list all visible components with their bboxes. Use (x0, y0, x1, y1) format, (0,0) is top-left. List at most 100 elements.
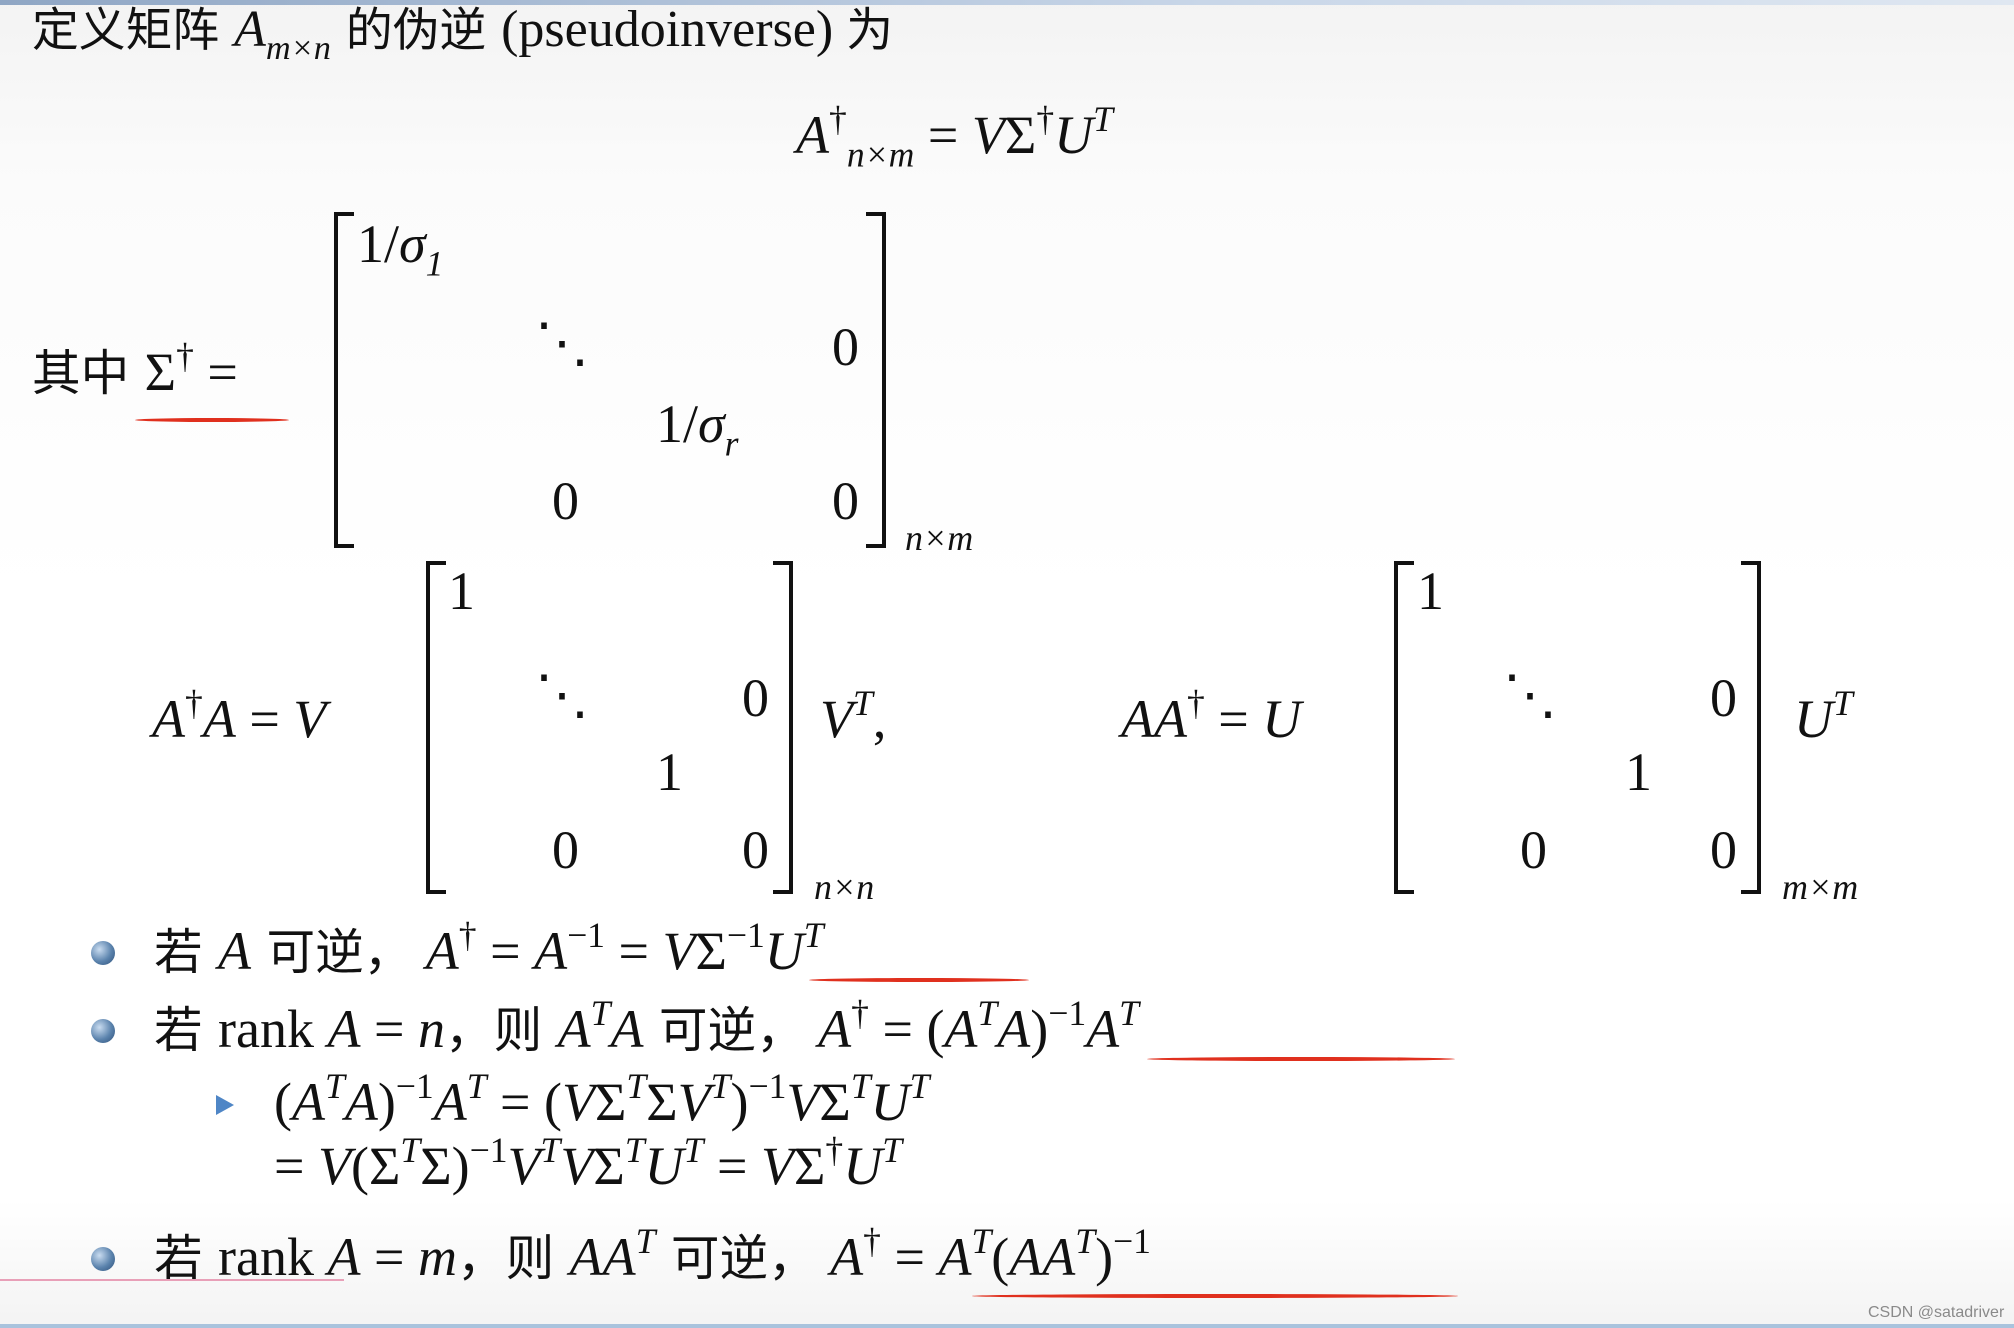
text-run: −1 (395, 1065, 434, 1106)
text-run: m×n (265, 29, 331, 68)
text-run: ( (274, 1072, 292, 1132)
text-run: −1 (469, 1129, 508, 1170)
text-run: = (914, 105, 972, 165)
text-run: T (400, 1129, 421, 1170)
text-run: V (677, 1072, 711, 1132)
pseudoinverse-definition: A†n×m = VΣ†UT (796, 101, 1113, 172)
text-run: 的伪逆 (330, 4, 502, 58)
text-run: T (1093, 98, 1113, 139)
text-run: Σ (793, 1136, 826, 1196)
red-underline (135, 418, 289, 422)
text-run: 可逆， (643, 1003, 805, 1059)
text-run: V (317, 1136, 351, 1196)
text-run: † (1036, 98, 1055, 139)
text-run: T (909, 1065, 930, 1106)
text-run: U (1262, 689, 1302, 749)
right-bracket (1741, 561, 1761, 894)
text-run: A (816, 1227, 864, 1287)
text-run: = ( (486, 1072, 562, 1132)
text-run: T (466, 1065, 487, 1106)
matrix-entry: 0 (1710, 820, 1737, 880)
matrix-entry: 0 (742, 820, 769, 880)
text-run: A (997, 999, 1031, 1059)
left-product-lhs: A†A = V (152, 685, 327, 749)
matrix-entry: 1/σr (656, 394, 739, 461)
text-run: 可逆， (251, 925, 413, 981)
text-run: V (293, 689, 327, 749)
text-run: 其中 (32, 346, 145, 402)
bullet-rank-n: 若 rank A = n，则 ATA 可逆， A† = (ATA)−1AT (154, 995, 1139, 1061)
text-run: ) (1095, 1227, 1114, 1287)
red-underline (1147, 1057, 1455, 1061)
left-product-rhs: VT, (820, 685, 887, 749)
text-run: T (1833, 682, 1853, 723)
text-run: −1 (748, 1065, 787, 1106)
text-run: A (202, 689, 236, 749)
text-run: A (804, 999, 852, 1059)
text-run: A (218, 921, 252, 981)
bullet-icon (91, 941, 115, 965)
text-run: 1/ (656, 394, 699, 454)
text-run: (pseudoinverse) (501, 1, 847, 58)
text-run: V (820, 689, 853, 749)
text-run: 若 (154, 1003, 219, 1059)
text-run: A (1086, 999, 1120, 1059)
text-run: A (610, 999, 644, 1059)
text-run: σ (399, 214, 426, 274)
diagonal-dots: ⋱ (1503, 665, 1557, 725)
text-run: = (360, 1227, 418, 1287)
text-run: 1/ (357, 214, 400, 274)
matrix-entry: 0 (1710, 668, 1737, 728)
text-run: T (1119, 992, 1139, 1033)
text-run: † (825, 1129, 844, 1170)
text-run: = (193, 342, 238, 402)
text-run: † (829, 98, 847, 139)
derivation-line-2: = V(ΣTΣ)−1VTVΣTUT = VΣ†UT (274, 1132, 902, 1196)
text-run: A (796, 105, 829, 165)
matrix-entry: 1 (656, 742, 683, 802)
text-run: n (417, 999, 445, 1059)
watermark: CSDN @satadriver (1868, 1304, 2005, 1321)
text-run: Σ (144, 342, 177, 402)
text-run: U (843, 1136, 883, 1196)
text-run: V (560, 1136, 594, 1196)
matrix-entry: 1 (448, 561, 475, 621)
text-run: r (724, 423, 739, 464)
text-run: Σ) (420, 1136, 470, 1196)
left-bracket (1394, 561, 1414, 894)
text-run: , (872, 689, 887, 749)
text-run: = (604, 921, 663, 981)
text-run: U (1054, 105, 1094, 165)
text-run: T (803, 914, 824, 955)
text-run: T (626, 1065, 647, 1106)
text-run: m (417, 1227, 457, 1287)
text-run: Σ (646, 1072, 678, 1132)
matrix-entry: 1/σ1 (357, 214, 443, 281)
left-bracket (426, 561, 446, 894)
text-run: † (176, 335, 194, 376)
text-run: ，则 (444, 1003, 558, 1059)
text-run: T (590, 992, 611, 1033)
text-run: A (412, 921, 459, 981)
matrix-size: n×m (905, 518, 974, 558)
text-run: AA (1121, 689, 1187, 749)
text-run: 定义矩阵 (32, 4, 235, 58)
text-run: = (360, 999, 418, 1059)
text-run: A (938, 1227, 972, 1287)
matrix-entry: 0 (832, 471, 859, 531)
text-run: T (882, 1129, 903, 1170)
right-product-lhs: AA† = U (1121, 685, 1302, 749)
text-run: V (507, 1136, 541, 1196)
text-run: −1 (1113, 1220, 1151, 1261)
text-run: T (624, 1129, 645, 1170)
text-run: Σ (1004, 105, 1037, 165)
text-run: U (764, 921, 804, 981)
text-run: T (853, 682, 873, 723)
text-run: Σ (819, 1072, 851, 1132)
text-run: ( (991, 1227, 1010, 1287)
diagonal-dots: ⋱ (535, 313, 589, 373)
text-run: = (274, 1136, 318, 1196)
sigma-dagger-label: 其中 Σ† = (32, 338, 238, 404)
text-run: −1 (567, 914, 605, 955)
slide-heading: 定义矩阵 Am×n 的伪逆 (pseudoinverse) 为 (32, 0, 893, 65)
